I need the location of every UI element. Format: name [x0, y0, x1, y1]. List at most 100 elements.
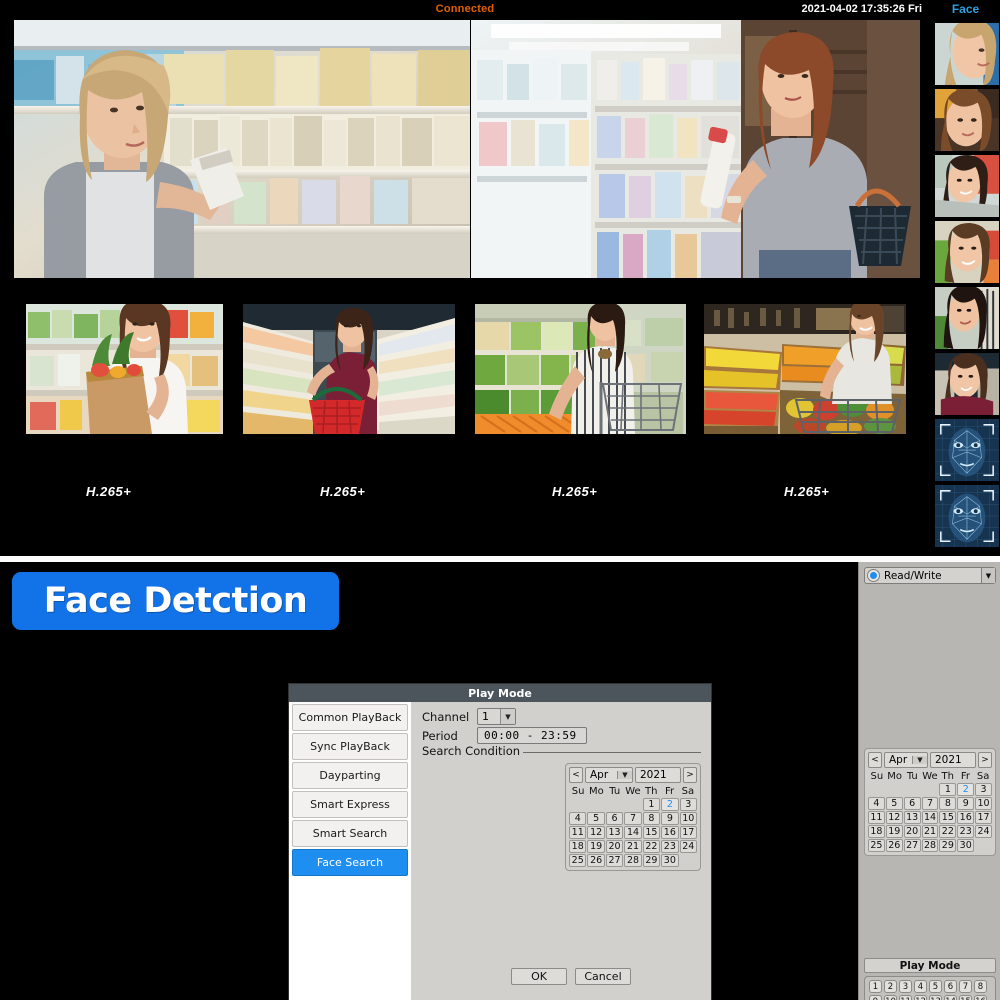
calendar-day-9[interactable]: 9 — [957, 797, 975, 810]
calendar-day-1[interactable]: 1 — [642, 798, 661, 811]
channel-button-12[interactable]: 12 — [914, 995, 927, 1000]
calendar-day-30[interactable]: 30 — [957, 839, 975, 852]
calendar-day-7[interactable]: 7 — [624, 812, 642, 825]
read-write-dropdown[interactable]: Read/Write ▼ — [864, 567, 996, 584]
menu-item-smart-express[interactable]: Smart Express — [292, 791, 408, 818]
calendar-year-input[interactable]: 2021 — [930, 752, 976, 768]
ok-button[interactable]: OK — [511, 968, 567, 985]
calendar-day-24[interactable]: 24 — [975, 825, 992, 838]
calendar-day-12[interactable]: 12 — [885, 811, 903, 824]
face-thumbnail-4[interactable] — [934, 220, 1000, 284]
calendar-next-button[interactable]: > — [683, 767, 697, 783]
calendar-day-3[interactable]: 3 — [679, 798, 697, 811]
menu-item-dayparting[interactable]: Dayparting — [292, 762, 408, 789]
calendar-day-6[interactable]: 6 — [605, 812, 624, 825]
video-tile-camera-6[interactable] — [704, 304, 906, 434]
calendar-prev-button[interactable]: < — [868, 752, 882, 768]
channel-button-11[interactable]: 11 — [899, 995, 912, 1000]
channel-button-15[interactable]: 15 — [959, 995, 972, 1000]
calendar-day-24[interactable]: 24 — [679, 840, 697, 853]
channel-button-4[interactable]: 4 — [914, 980, 927, 993]
calendar-day-18[interactable]: 18 — [868, 825, 885, 838]
face-thumbnail-2[interactable] — [934, 88, 1000, 152]
channel-button-16[interactable]: 16 — [974, 995, 987, 1000]
face-thumbnail-1[interactable] — [934, 22, 1000, 86]
video-tile-camera-3[interactable] — [26, 304, 223, 434]
calendar-day-13[interactable]: 13 — [605, 826, 624, 839]
menu-item-smart-search[interactable]: Smart Search — [292, 820, 408, 847]
calendar-day-14[interactable]: 14 — [624, 826, 642, 839]
channel-button-6[interactable]: 6 — [944, 980, 957, 993]
period-input[interactable]: 00:00 - 23:59 — [477, 727, 587, 744]
face-thumbnail-3[interactable] — [934, 154, 1000, 218]
calendar-day-27[interactable]: 27 — [903, 839, 921, 852]
face-thumbnail-6[interactable] — [934, 352, 1000, 416]
channel-button-13[interactable]: 13 — [929, 995, 942, 1000]
calendar-day-20[interactable]: 20 — [605, 840, 624, 853]
calendar-day-29[interactable]: 29 — [939, 839, 957, 852]
calendar-day-19[interactable]: 19 — [587, 840, 605, 853]
calendar-day-10[interactable]: 10 — [975, 797, 992, 810]
channel-button-5[interactable]: 5 — [929, 980, 942, 993]
calendar-day-25[interactable]: 25 — [569, 854, 587, 867]
face-thumbnail-7[interactable] — [934, 418, 1000, 482]
calendar-day-15[interactable]: 15 — [642, 826, 661, 839]
video-tile-camera-5[interactable] — [475, 304, 686, 434]
calendar-day-6[interactable]: 6 — [903, 797, 921, 810]
calendar-day-17[interactable]: 17 — [679, 826, 697, 839]
calendar-day-26[interactable]: 26 — [587, 854, 605, 867]
calendar-day-21[interactable]: 21 — [921, 825, 939, 838]
menu-item-common-playback[interactable]: Common PlayBack — [292, 704, 408, 731]
channel-select[interactable]: 1 ▼ — [477, 708, 516, 725]
channel-button-3[interactable]: 3 — [899, 980, 912, 993]
calendar-day-4[interactable]: 4 — [868, 797, 885, 810]
calendar-year-input[interactable]: 2021 — [635, 767, 681, 783]
calendar-month-select[interactable]: Apr ▼ — [585, 767, 633, 783]
calendar-day-28[interactable]: 28 — [624, 854, 642, 867]
calendar-day-2[interactable]: 2 — [661, 798, 679, 811]
calendar-month-select[interactable]: Apr ▼ — [884, 752, 928, 768]
calendar-day-3[interactable]: 3 — [975, 783, 992, 796]
calendar-day-1[interactable]: 1 — [939, 783, 957, 796]
calendar-day-8[interactable]: 8 — [642, 812, 661, 825]
channel-button-2[interactable]: 2 — [884, 980, 897, 993]
calendar-day-18[interactable]: 18 — [569, 840, 587, 853]
calendar-day-17[interactable]: 17 — [975, 811, 992, 824]
face-thumbnail-8[interactable] — [934, 484, 1000, 548]
video-tile-camera-2[interactable] — [471, 20, 920, 278]
video-tile-camera-4[interactable] — [243, 304, 455, 434]
calendar-day-2[interactable]: 2 — [957, 783, 975, 796]
calendar-day-20[interactable]: 20 — [903, 825, 921, 838]
calendar-day-21[interactable]: 21 — [624, 840, 642, 853]
calendar-day-4[interactable]: 4 — [569, 812, 587, 825]
calendar-day-25[interactable]: 25 — [868, 839, 885, 852]
calendar-day-5[interactable]: 5 — [587, 812, 605, 825]
calendar-day-23[interactable]: 23 — [957, 825, 975, 838]
calendar-day-7[interactable]: 7 — [921, 797, 939, 810]
menu-item-sync-playback[interactable]: Sync PlayBack — [292, 733, 408, 760]
calendar-day-9[interactable]: 9 — [661, 812, 679, 825]
channel-button-10[interactable]: 10 — [884, 995, 897, 1000]
calendar-day-12[interactable]: 12 — [587, 826, 605, 839]
channel-button-14[interactable]: 14 — [944, 995, 957, 1000]
calendar-day-8[interactable]: 8 — [939, 797, 957, 810]
calendar-day-23[interactable]: 23 — [661, 840, 679, 853]
calendar-day-10[interactable]: 10 — [679, 812, 697, 825]
video-tile-camera-1[interactable] — [14, 20, 470, 278]
calendar-prev-button[interactable]: < — [569, 767, 583, 783]
calendar-day-26[interactable]: 26 — [885, 839, 903, 852]
calendar-day-16[interactable]: 16 — [661, 826, 679, 839]
calendar-day-22[interactable]: 22 — [939, 825, 957, 838]
play-mode-button[interactable]: Play Mode — [864, 958, 996, 973]
calendar-day-15[interactable]: 15 — [939, 811, 957, 824]
cancel-button[interactable]: Cancel — [575, 968, 631, 985]
channel-button-7[interactable]: 7 — [959, 980, 972, 993]
channel-button-1[interactable]: 1 — [869, 980, 882, 993]
menu-item-face-search[interactable]: Face Search — [292, 849, 408, 876]
face-thumbnail-5[interactable] — [934, 286, 1000, 350]
calendar-day-5[interactable]: 5 — [885, 797, 903, 810]
channel-button-9[interactable]: 9 — [869, 995, 882, 1000]
calendar-next-button[interactable]: > — [978, 752, 992, 768]
calendar-day-19[interactable]: 19 — [885, 825, 903, 838]
calendar-day-28[interactable]: 28 — [921, 839, 939, 852]
